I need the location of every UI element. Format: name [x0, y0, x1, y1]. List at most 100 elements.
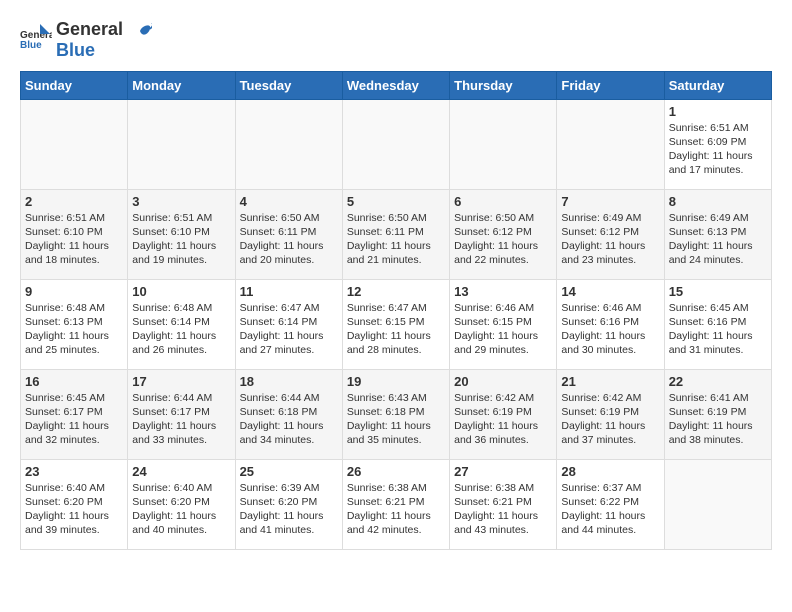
calendar-cell [450, 99, 557, 189]
calendar-cell: 7 Sunrise: 6:49 AM Sunset: 6:12 PM Daylig… [557, 189, 664, 279]
calendar-cell: 15 Sunrise: 6:45 AM Sunset: 6:16 PM Dayli… [664, 279, 771, 369]
day-number: 2 [25, 194, 123, 209]
day-info: Sunrise: 6:49 AM Sunset: 6:12 PM Dayligh… [561, 211, 659, 268]
calendar-cell: 16 Sunrise: 6:45 AM Sunset: 6:17 PM Dayli… [21, 369, 128, 459]
calendar-cell: 3 Sunrise: 6:51 AM Sunset: 6:10 PM Daylig… [128, 189, 235, 279]
day-info: Sunrise: 6:47 AM Sunset: 6:15 PM Dayligh… [347, 301, 445, 358]
day-number: 15 [669, 284, 767, 299]
calendar-week-4: 16 Sunrise: 6:45 AM Sunset: 6:17 PM Dayli… [21, 369, 772, 459]
column-header-sunday: Sunday [21, 71, 128, 99]
day-number: 19 [347, 374, 445, 389]
calendar-cell [235, 99, 342, 189]
day-number: 12 [347, 284, 445, 299]
day-number: 28 [561, 464, 659, 479]
day-info: Sunrise: 6:48 AM Sunset: 6:14 PM Dayligh… [132, 301, 230, 358]
day-info: Sunrise: 6:42 AM Sunset: 6:19 PM Dayligh… [454, 391, 552, 448]
calendar-cell: 4 Sunrise: 6:50 AM Sunset: 6:11 PM Daylig… [235, 189, 342, 279]
logo-blue: Blue [56, 41, 154, 61]
day-info: Sunrise: 6:38 AM Sunset: 6:21 PM Dayligh… [347, 481, 445, 538]
calendar-cell: 1 Sunrise: 6:51 AM Sunset: 6:09 PM Daylig… [664, 99, 771, 189]
day-number: 5 [347, 194, 445, 209]
page-header: General Blue General Blue [20, 20, 772, 61]
day-number: 10 [132, 284, 230, 299]
day-info: Sunrise: 6:44 AM Sunset: 6:18 PM Dayligh… [240, 391, 338, 448]
day-number: 4 [240, 194, 338, 209]
day-number: 26 [347, 464, 445, 479]
calendar-cell: 8 Sunrise: 6:49 AM Sunset: 6:13 PM Daylig… [664, 189, 771, 279]
day-number: 14 [561, 284, 659, 299]
calendar-cell: 2 Sunrise: 6:51 AM Sunset: 6:10 PM Daylig… [21, 189, 128, 279]
calendar-cell: 23 Sunrise: 6:40 AM Sunset: 6:20 PM Dayli… [21, 459, 128, 549]
calendar-cell: 11 Sunrise: 6:47 AM Sunset: 6:14 PM Dayli… [235, 279, 342, 369]
calendar-cell: 6 Sunrise: 6:50 AM Sunset: 6:12 PM Daylig… [450, 189, 557, 279]
day-info: Sunrise: 6:48 AM Sunset: 6:13 PM Dayligh… [25, 301, 123, 358]
calendar-cell: 13 Sunrise: 6:46 AM Sunset: 6:15 PM Dayli… [450, 279, 557, 369]
calendar-header-row: SundayMondayTuesdayWednesdayThursdayFrid… [21, 71, 772, 99]
day-number: 25 [240, 464, 338, 479]
calendar-cell: 20Sunrise: 6:42 AM Sunset: 6:19 PM Dayli… [450, 369, 557, 459]
day-info: Sunrise: 6:47 AM Sunset: 6:14 PM Dayligh… [240, 301, 338, 358]
calendar-cell [557, 99, 664, 189]
column-header-saturday: Saturday [664, 71, 771, 99]
calendar-cell: 21Sunrise: 6:42 AM Sunset: 6:19 PM Dayli… [557, 369, 664, 459]
calendar-cell: 10 Sunrise: 6:48 AM Sunset: 6:14 PM Dayli… [128, 279, 235, 369]
day-info: Sunrise: 6:50 AM Sunset: 6:12 PM Dayligh… [454, 211, 552, 268]
calendar-cell: 12 Sunrise: 6:47 AM Sunset: 6:15 PM Dayli… [342, 279, 449, 369]
column-header-tuesday: Tuesday [235, 71, 342, 99]
day-number: 8 [669, 194, 767, 209]
day-number: 16 [25, 374, 123, 389]
calendar-week-2: 2 Sunrise: 6:51 AM Sunset: 6:10 PM Daylig… [21, 189, 772, 279]
calendar-cell: 19 Sunrise: 6:43 AM Sunset: 6:18 PM Dayli… [342, 369, 449, 459]
day-number: 9 [25, 284, 123, 299]
calendar-cell [21, 99, 128, 189]
column-header-thursday: Thursday [450, 71, 557, 99]
day-info: Sunrise: 6:51 AM Sunset: 6:10 PM Dayligh… [25, 211, 123, 268]
calendar-cell: 18Sunrise: 6:44 AM Sunset: 6:18 PM Dayli… [235, 369, 342, 459]
calendar-cell [664, 459, 771, 549]
day-info: Sunrise: 6:50 AM Sunset: 6:11 PM Dayligh… [347, 211, 445, 268]
day-info: Sunrise: 6:39 AM Sunset: 6:20 PM Dayligh… [240, 481, 338, 538]
day-info: Sunrise: 6:49 AM Sunset: 6:13 PM Dayligh… [669, 211, 767, 268]
day-number: 27 [454, 464, 552, 479]
calendar-cell: 26 Sunrise: 6:38 AM Sunset: 6:21 PM Dayli… [342, 459, 449, 549]
calendar-cell [342, 99, 449, 189]
calendar-cell: 5 Sunrise: 6:50 AM Sunset: 6:11 PM Daylig… [342, 189, 449, 279]
day-number: 24 [132, 464, 230, 479]
day-number: 6 [454, 194, 552, 209]
day-number: 1 [669, 104, 767, 119]
calendar-cell: 17 Sunrise: 6:44 AM Sunset: 6:17 PM Dayli… [128, 369, 235, 459]
day-info: Sunrise: 6:45 AM Sunset: 6:16 PM Dayligh… [669, 301, 767, 358]
day-number: 3 [132, 194, 230, 209]
calendar-cell: 24 Sunrise: 6:40 AM Sunset: 6:20 PM Dayli… [128, 459, 235, 549]
calendar-week-3: 9 Sunrise: 6:48 AM Sunset: 6:13 PM Daylig… [21, 279, 772, 369]
day-info: Sunrise: 6:45 AM Sunset: 6:17 PM Dayligh… [25, 391, 123, 448]
day-info: Sunrise: 6:46 AM Sunset: 6:15 PM Dayligh… [454, 301, 552, 358]
calendar-table: SundayMondayTuesdayWednesdayThursdayFrid… [20, 71, 772, 550]
day-info: Sunrise: 6:50 AM Sunset: 6:11 PM Dayligh… [240, 211, 338, 268]
day-number: 11 [240, 284, 338, 299]
day-info: Sunrise: 6:44 AM Sunset: 6:17 PM Dayligh… [132, 391, 230, 448]
day-info: Sunrise: 6:38 AM Sunset: 6:21 PM Dayligh… [454, 481, 552, 538]
calendar-cell: 22Sunrise: 6:41 AM Sunset: 6:19 PM Dayli… [664, 369, 771, 459]
day-info: Sunrise: 6:40 AM Sunset: 6:20 PM Dayligh… [132, 481, 230, 538]
day-info: Sunrise: 6:43 AM Sunset: 6:18 PM Dayligh… [347, 391, 445, 448]
day-info: Sunrise: 6:51 AM Sunset: 6:09 PM Dayligh… [669, 121, 767, 178]
day-number: 7 [561, 194, 659, 209]
day-number: 21 [561, 374, 659, 389]
calendar-cell: 28 Sunrise: 6:37 AM Sunset: 6:22 PM Dayli… [557, 459, 664, 549]
day-number: 17 [132, 374, 230, 389]
logo-bird [123, 22, 153, 39]
calendar-week-1: 1 Sunrise: 6:51 AM Sunset: 6:09 PM Daylig… [21, 99, 772, 189]
day-info: Sunrise: 6:51 AM Sunset: 6:10 PM Dayligh… [132, 211, 230, 268]
day-info: Sunrise: 6:40 AM Sunset: 6:20 PM Dayligh… [25, 481, 123, 538]
calendar-week-5: 23 Sunrise: 6:40 AM Sunset: 6:20 PM Dayli… [21, 459, 772, 549]
logo: General Blue General Blue [20, 20, 154, 61]
logo-icon: General Blue [20, 22, 52, 59]
calendar-cell: 14Sunrise: 6:46 AM Sunset: 6:16 PM Dayli… [557, 279, 664, 369]
calendar-cell: 27 Sunrise: 6:38 AM Sunset: 6:21 PM Dayli… [450, 459, 557, 549]
day-number: 13 [454, 284, 552, 299]
column-header-wednesday: Wednesday [342, 71, 449, 99]
day-info: Sunrise: 6:37 AM Sunset: 6:22 PM Dayligh… [561, 481, 659, 538]
calendar-cell: 25 Sunrise: 6:39 AM Sunset: 6:20 PM Dayli… [235, 459, 342, 549]
day-number: 23 [25, 464, 123, 479]
